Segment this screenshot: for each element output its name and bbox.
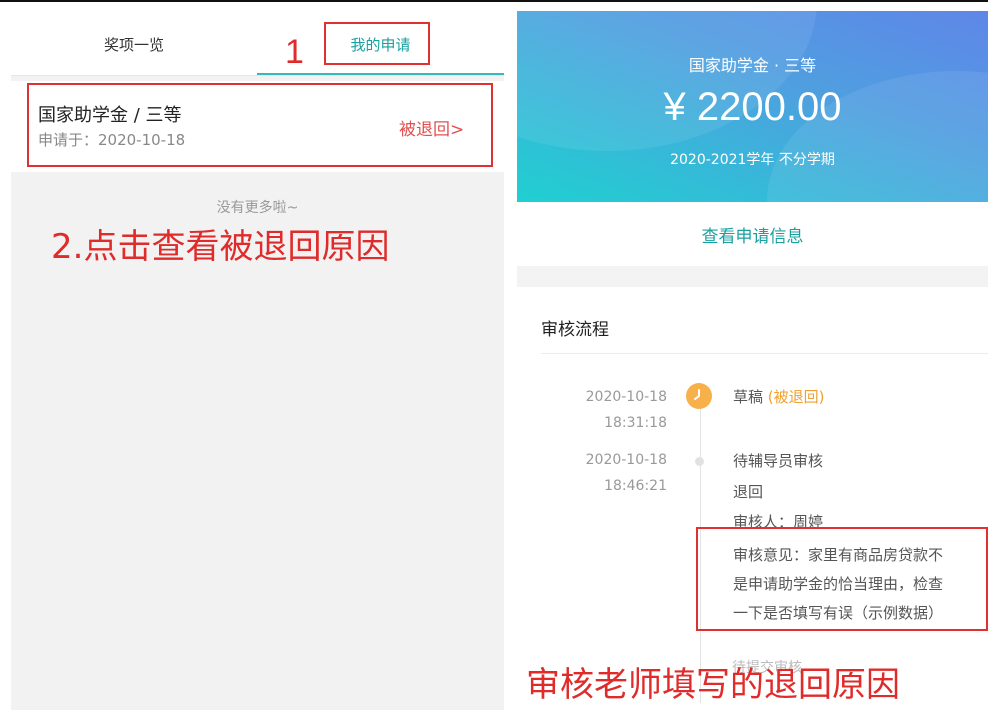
step1-time: 18:31:18: [604, 415, 667, 431]
step2-date: 2020-10-18: [585, 452, 667, 468]
my-applications-panel: 奖项一览 我的申请 1 国家助学金 / 三等 申请于：2020-10-18 被退…: [11, 21, 504, 710]
award-title: 国家助学金 · 三等: [688, 56, 817, 75]
tab-awards-overview[interactable]: 奖项一览: [11, 21, 257, 75]
award-term: 2020-2021学年 不分学期: [670, 152, 835, 168]
award-header: 国家助学金 · 三等 ¥ 2200.00 2020-2021学年 不分学期: [517, 11, 988, 202]
divider: [541, 353, 988, 354]
annotation-step-1: 1: [285, 33, 304, 71]
top-border: [0, 0, 988, 2]
step2-time: 18:46:21: [604, 478, 667, 494]
header-decoration: [517, 11, 817, 151]
step1-date: 2020-10-18: [585, 389, 667, 405]
annotation-step-2: 2.点击查看被退回原因: [51, 227, 390, 267]
annotation-box-tab: [324, 22, 430, 65]
timeline-dot-icon: [695, 457, 704, 466]
award-amount: ¥ 2200.00: [663, 85, 842, 129]
annotation-box-application: [27, 83, 493, 167]
step1-status: 草稿 (被退回): [733, 384, 825, 410]
annotation-caption: 审核老师填写的退回原因: [526, 665, 900, 705]
view-info-bar: 查看申请信息: [517, 202, 988, 266]
view-application-info-link[interactable]: 查看申请信息: [517, 222, 988, 247]
tab-bar: 奖项一览 我的申请: [11, 21, 504, 76]
review-flow-heading: 审核流程: [541, 320, 609, 340]
review-flow-section: 审核流程 2020-10-18 18:31:18 草稿 (被退回) 2020-1…: [517, 287, 988, 710]
clock-icon: [686, 383, 712, 409]
step1-returned-tag: (被退回): [767, 388, 825, 406]
step2-title: 待辅导员审核: [733, 452, 824, 470]
no-more-text: 没有更多啦~: [216, 200, 299, 216]
step1-title: 草稿: [733, 388, 764, 406]
step2-result: 退回: [733, 483, 764, 501]
annotation-box-opinion: [696, 527, 988, 631]
application-detail-panel: 国家助学金 · 三等 ¥ 2200.00 2020-2021学年 不分学期 查看…: [517, 11, 988, 710]
